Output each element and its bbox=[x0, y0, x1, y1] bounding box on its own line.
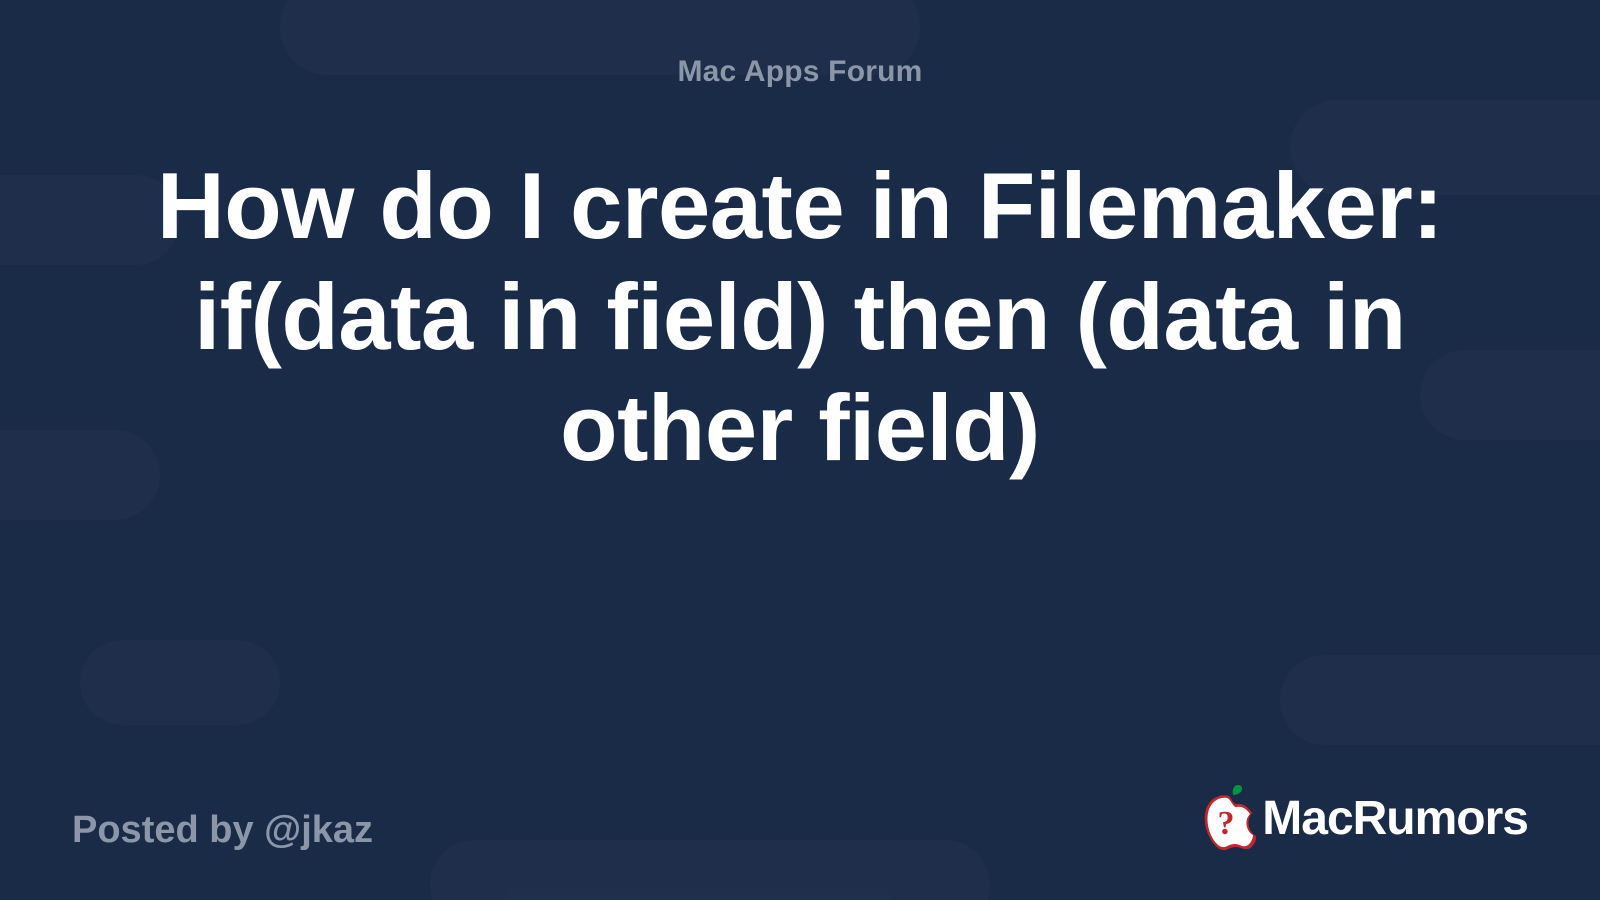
content-area: Mac Apps Forum How do I create in Filema… bbox=[0, 0, 1600, 900]
thread-title: How do I create in Filemaker: if(data in… bbox=[155, 151, 1445, 484]
forum-category-label: Mac Apps Forum bbox=[677, 55, 922, 89]
